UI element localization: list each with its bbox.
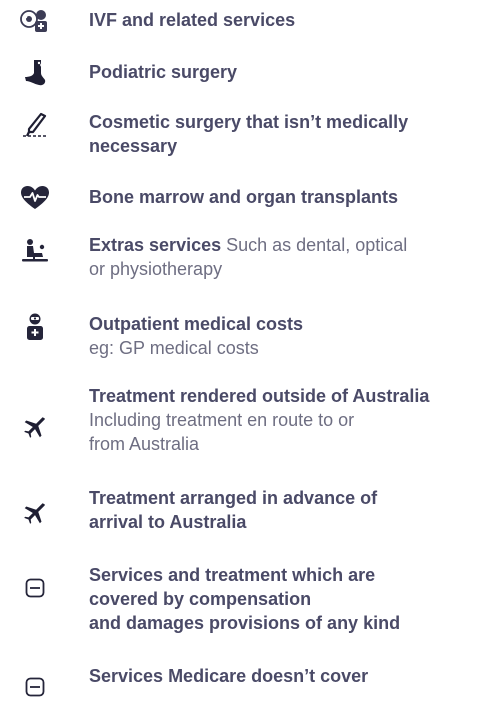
item-description: from Australia: [89, 434, 200, 454]
item-title: Services and treatment which are: [89, 565, 376, 585]
dental-chair-icon: [20, 236, 50, 266]
airplane-icon: [20, 412, 50, 442]
item-title: covered by compensation: [89, 589, 312, 609]
ivf-icon: [20, 6, 50, 36]
item-description: Such as dental, optical: [221, 235, 408, 255]
item-text: IVF and related services: [89, 8, 502, 32]
airplane-icon: [20, 498, 50, 528]
item-title: arrival to Australia: [89, 512, 247, 532]
item-description: or physiotherapy: [89, 259, 223, 279]
item-text: Services and treatment which are covered…: [89, 563, 502, 635]
heart-pulse-icon: [20, 183, 50, 213]
item-title: IVF and related services: [89, 10, 296, 30]
item-text: Podiatric surgery: [89, 60, 502, 84]
item-title: Podiatric surgery: [89, 62, 238, 82]
item-text: Bone marrow and organ transplants: [89, 185, 502, 209]
item-title: Cosmetic surgery that isn’t medically: [89, 112, 409, 132]
item-title: Treatment arranged in advance of: [89, 488, 378, 508]
item-title: necessary: [89, 136, 178, 156]
foot-icon: [20, 58, 50, 88]
item-description: eg: GP medical costs: [89, 338, 259, 358]
item-text: Treatment rendered outside of Australia …: [89, 384, 502, 456]
minus-box-icon: [20, 672, 50, 702]
item-title: Treatment rendered outside of Australia: [89, 386, 430, 406]
item-text: Outpatient medical costs eg: GP medical …: [89, 312, 502, 360]
item-text: Services Medicare doesn’t cover: [89, 664, 502, 688]
minus-box-icon: [20, 573, 50, 603]
item-text: Cosmetic surgery that isn’t medically ne…: [89, 110, 502, 158]
item-title: Services Medicare doesn’t cover: [89, 666, 369, 686]
item-title: Outpatient medical costs: [89, 314, 304, 334]
item-title: and damages provisions of any kind: [89, 613, 401, 633]
doctor-icon: [20, 312, 50, 342]
item-title: Extras services: [89, 235, 222, 255]
scalpel-icon: [20, 110, 50, 140]
item-text: Extras services Such as dental, optical …: [89, 233, 502, 281]
item-description: Including treatment en route to or: [89, 410, 355, 430]
item-title: Bone marrow and organ transplants: [89, 187, 399, 207]
item-text: Treatment arranged in advance of arrival…: [89, 486, 502, 534]
